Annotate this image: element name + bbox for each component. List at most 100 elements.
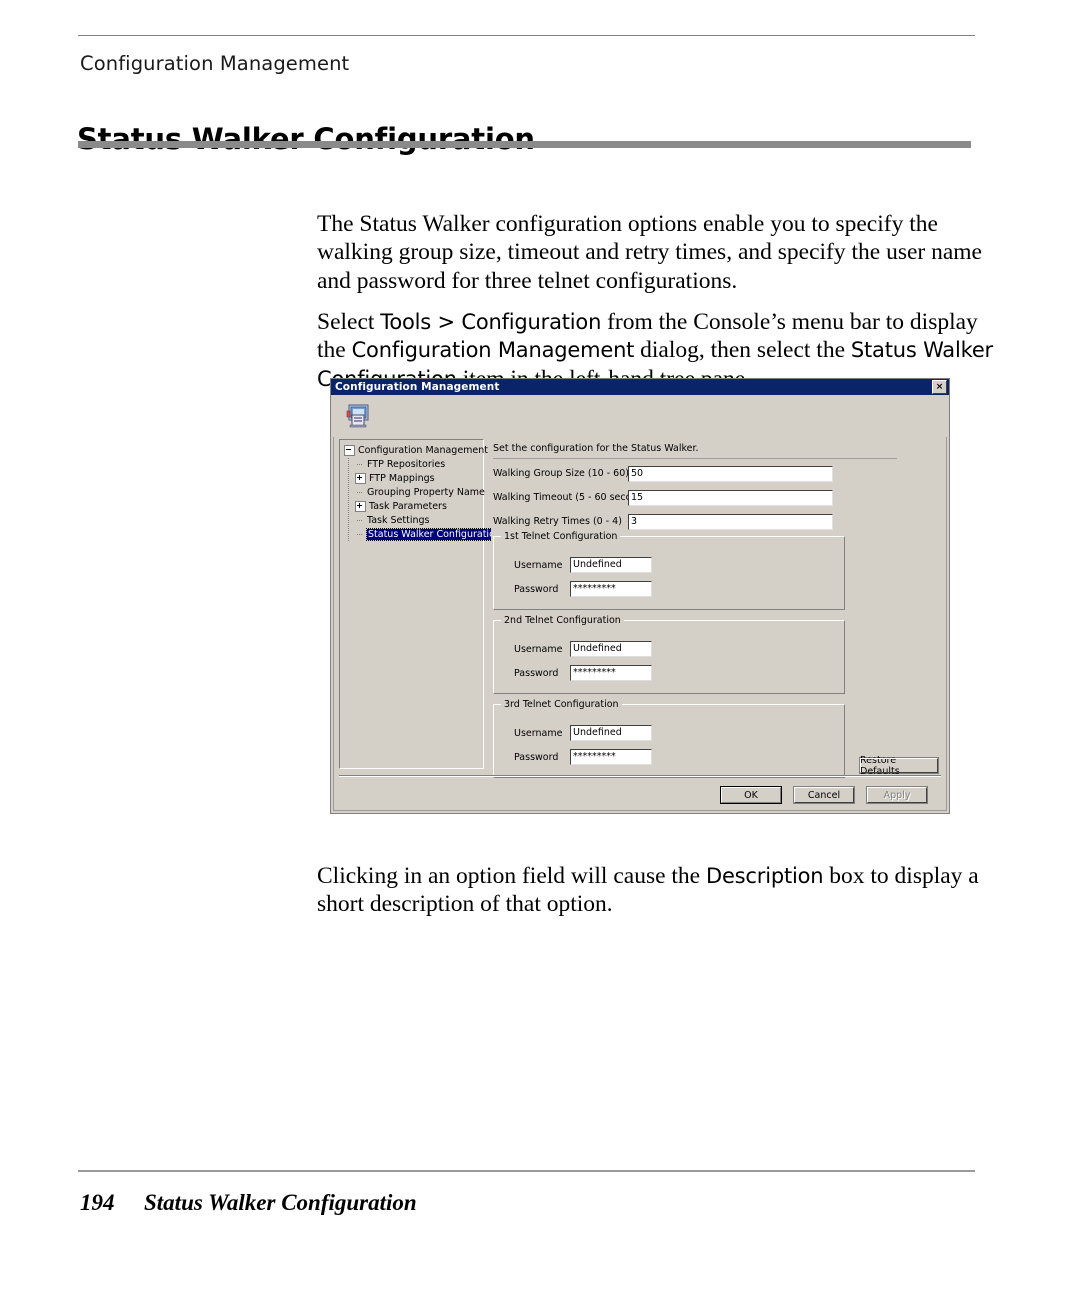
footer-title: Status Walker Configuration <box>144 1190 417 1215</box>
telnet3-username-input[interactable]: Undefined <box>570 725 652 741</box>
groupbox-frame <box>493 620 845 694</box>
tree-indent-guide <box>344 500 355 513</box>
telnet3-password-row: Password ********* <box>514 749 652 765</box>
tree-item-label: FTP Mappings <box>369 473 435 484</box>
groupbox-title: 2nd Telnet Configuration <box>501 615 624 626</box>
document-page: Configuration Management Status Walker C… <box>0 0 1080 1311</box>
tree-item-ftp-repositories[interactable]: FTP Repositories <box>344 458 481 471</box>
settings-pane: Set the configuration for the Status Wal… <box>491 439 941 778</box>
panel-description: Set the configuration for the Status Wal… <box>493 443 699 454</box>
para3-description-term: Description <box>705 863 824 888</box>
tree-item-label: FTP Repositories <box>367 459 446 470</box>
tree-indent-guide <box>344 514 355 527</box>
telnet1-username-input[interactable]: Undefined <box>570 557 652 573</box>
telnet1-password-row: Password ********* <box>514 581 652 597</box>
apply-button-label: Apply <box>883 789 911 801</box>
field-label: Walking Group Size (10 - 60) <box>493 468 629 479</box>
telnet-configuration-group-3: 3rd Telnet Configuration Username Undefi… <box>493 699 845 778</box>
dialog-toolbar <box>331 395 949 437</box>
telnet3-username-row: Username Undefined <box>514 725 652 741</box>
walking-group-size-input[interactable]: 50 <box>628 465 833 482</box>
paragraph-intro: The Status Walker configuration options … <box>317 210 982 294</box>
groupbox-title: 3rd Telnet Configuration <box>501 699 622 710</box>
password-label: Password <box>514 751 559 763</box>
field-walking-timeout: Walking Timeout (5 - 60 seconds) 15 <box>493 489 833 506</box>
field-label: Walking Retry Times (0 - 4) <box>493 516 622 527</box>
tree-leaf-icon <box>355 488 364 497</box>
tree-indent-guide <box>344 458 355 471</box>
apply-button: Apply <box>866 786 928 804</box>
tree-item-task-parameters[interactable]: Task Parameters <box>344 500 481 513</box>
expand-toggle-icon[interactable] <box>355 473 366 484</box>
page-number: 194 <box>80 1190 115 1215</box>
field-walking-retry-times: Walking Retry Times (0 - 4) 3 <box>493 513 833 530</box>
dialog-titlebar[interactable]: Configuration Management × <box>331 379 949 395</box>
tree-indent-guide <box>344 486 355 499</box>
tree-leaf-icon <box>355 460 364 469</box>
footer-rule <box>78 1170 975 1172</box>
username-label: Username <box>514 643 563 655</box>
tree-leaf-icon <box>355 516 364 525</box>
header-rule <box>78 35 975 36</box>
configuration-management-dialog: Configuration Management × Configuration… <box>330 378 950 814</box>
restore-defaults-button[interactable]: Restore Defaults <box>859 755 939 777</box>
telnet1-username-row: Username Undefined <box>514 557 652 573</box>
tree-item-configuration-management[interactable]: Configuration Management <box>344 444 488 457</box>
field-walking-group-size: Walking Group Size (10 - 60) 50 <box>493 465 833 482</box>
tree-item-label: Task Parameters <box>369 501 447 512</box>
tree-pane[interactable]: Configuration Management FTP Repositorie… <box>339 439 503 769</box>
telnet-configuration-group-1: 1st Telnet Configuration Username Undefi… <box>493 531 845 610</box>
restore-defaults-label: Restore Defaults <box>860 755 938 777</box>
groupbox-frame <box>493 704 845 778</box>
tree-item-label: Configuration Management <box>358 445 489 456</box>
para2-dialog-name: Configuration Management <box>351 338 635 362</box>
tree-item-task-settings[interactable]: Task Settings <box>344 514 481 527</box>
restore-defaults-pre: Restore <box>860 754 897 766</box>
ok-button-label: OK <box>744 789 758 801</box>
walking-retry-times-input[interactable]: 3 <box>628 513 833 530</box>
heading-rule <box>78 141 971 148</box>
panel-description-rule <box>493 458 897 459</box>
username-label: Username <box>514 559 563 571</box>
tree-item-label: Grouping Property Name <box>367 487 485 498</box>
dialog-title: Configuration Management <box>335 381 500 393</box>
password-label: Password <box>514 583 559 595</box>
telnet-configuration-group-2: 2nd Telnet Configuration Username Undefi… <box>493 615 845 694</box>
running-head: Configuration Management <box>80 52 350 75</box>
ok-button[interactable]: OK <box>720 786 782 804</box>
dialog-button-bar: OK Cancel Apply <box>339 775 941 807</box>
tree-item-label: Task Settings <box>367 515 430 526</box>
telnet3-password-input[interactable]: ********* <box>570 749 652 765</box>
field-label: Walking Timeout (5 - 60 seconds) <box>493 492 653 503</box>
para3-seg-a: Clicking in an option field will cause t… <box>317 862 706 889</box>
telnet2-password-row: Password ********* <box>514 665 652 681</box>
telnet2-password-input[interactable]: ********* <box>570 665 652 681</box>
configuration-monitor-icon[interactable] <box>345 403 371 429</box>
tree-leaf-icon <box>355 530 364 539</box>
tree-indent-guide <box>344 472 355 485</box>
collapse-toggle-icon[interactable] <box>344 445 355 456</box>
tree-item-grouping-property-name[interactable]: Grouping Property Name <box>344 486 485 499</box>
tree-indent-guide <box>344 528 355 541</box>
para2-menu-path: Tools > Configuration <box>380 309 602 334</box>
para2-seg-c: dialog, then select the <box>634 337 851 363</box>
cancel-button[interactable]: Cancel <box>793 786 855 804</box>
paragraph-description-box: Clicking in an option field will cause t… <box>317 862 997 919</box>
telnet2-username-row: Username Undefined <box>514 641 652 657</box>
para2-seg-a: Select <box>317 308 381 335</box>
cancel-button-label: Cancel <box>807 789 841 801</box>
button-bar-separator-highlight <box>339 776 941 777</box>
password-label: Password <box>514 667 559 679</box>
close-icon[interactable]: × <box>932 380 947 394</box>
telnet2-username-input[interactable]: Undefined <box>570 641 652 657</box>
username-label: Username <box>514 727 563 739</box>
groupbox-frame <box>493 536 845 610</box>
walking-timeout-input[interactable]: 15 <box>628 489 833 506</box>
page-title: Status Walker Configuration <box>77 122 535 157</box>
tree-item-status-walker-configuration[interactable]: Status Walker Configuration <box>344 528 503 541</box>
dialog-content: Configuration Management FTP Repositorie… <box>339 439 941 778</box>
tree-item-ftp-mappings[interactable]: FTP Mappings <box>344 472 481 485</box>
groupbox-title: 1st Telnet Configuration <box>501 531 621 542</box>
telnet1-password-input[interactable]: ********* <box>570 581 652 597</box>
expand-toggle-icon[interactable] <box>355 501 366 512</box>
